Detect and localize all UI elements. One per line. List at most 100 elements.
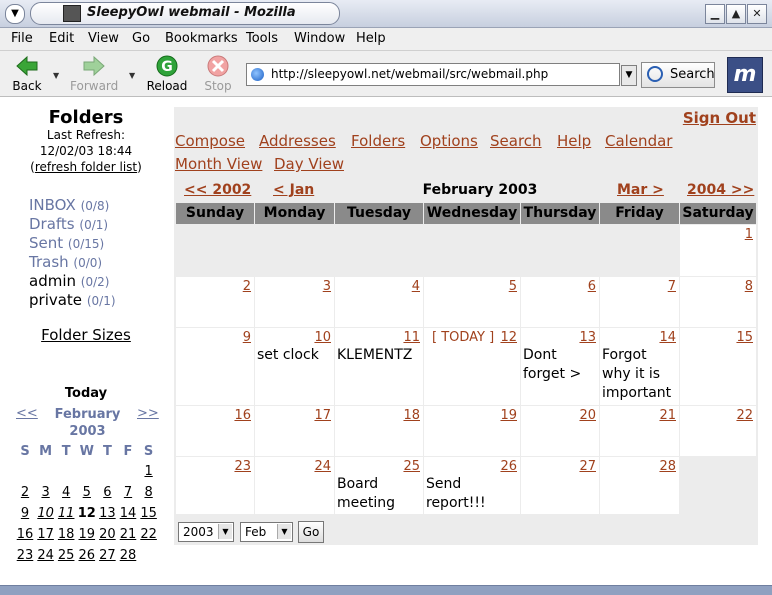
day-number-link[interactable]: 3 [323,279,331,294]
mini-cal-next-link[interactable]: >> [137,406,159,421]
mini-cal-day[interactable]: 26 [77,548,97,563]
calendar-event[interactable]: Dont forget > [523,346,596,384]
menu-tools[interactable]: Tools [246,31,278,46]
day-number-link[interactable]: 21 [659,408,676,423]
close-icon[interactable]: ✕ [747,4,767,24]
mini-cal-day[interactable]: 24 [36,548,56,563]
day-number-link[interactable]: 12 [500,330,517,345]
mini-cal-day[interactable]: 28 [118,548,138,563]
prev-month-link[interactable]: < Jan [273,182,314,198]
mini-cal-day[interactable]: 8 [139,485,159,500]
calendar-event[interactable]: Forgot why it is important [602,346,676,403]
next-month-link[interactable]: Mar > [617,182,664,198]
mini-cal-day[interactable]: 7 [118,485,138,500]
day-number-link[interactable]: 4 [412,279,420,294]
url-dropdown-icon[interactable]: ▼ [621,65,637,86]
month-select[interactable]: Feb ▼ [240,522,293,542]
mini-cal-day[interactable]: 18 [56,527,76,542]
folder-drafts[interactable]: Drafts (0/1) [29,215,108,233]
mini-cal-day[interactable]: 3 [36,485,56,500]
day-number-link[interactable]: 20 [579,408,596,423]
mini-cal-prev-link[interactable]: << [16,406,38,421]
window-menu-icon[interactable]: ▼ [5,4,25,24]
day-number-link[interactable]: 10 [314,330,331,345]
mini-cal-day[interactable]: 9 [15,506,35,521]
mini-cal-day[interactable]: 25 [56,548,76,563]
day-number-link[interactable]: 19 [500,408,517,423]
day-number-link[interactable]: 28 [659,459,676,474]
menu-window[interactable]: Window [294,31,345,46]
mini-cal-day[interactable]: 22 [139,527,159,542]
folder-trash[interactable]: Trash (0/0) [29,253,102,271]
calendar-event[interactable]: Send report!!! [426,475,517,513]
day-number-link[interactable]: 27 [579,459,596,474]
prev-year-link[interactable]: << 2002 [184,182,251,198]
forward-history-dropdown-icon[interactable]: ▼ [129,71,135,80]
go-button[interactable]: Go [298,521,324,543]
day-number-link[interactable]: 13 [579,330,596,345]
menu-view[interactable]: View [88,31,119,46]
mini-cal-day[interactable]: 20 [97,527,117,542]
mini-cal-day[interactable]: 27 [97,548,117,563]
mini-cal-day[interactable]: 21 [118,527,138,542]
calendar-event[interactable]: Board meeting [337,475,420,513]
month-view-link[interactable]: Month View [175,155,262,173]
folder-inbox[interactable]: INBOX (0/8) [29,196,109,214]
day-number-link[interactable]: 11 [403,330,420,345]
day-view-link[interactable]: Day View [274,155,344,173]
forward-button[interactable]: Forward [70,53,118,93]
reload-button[interactable]: G Reload [143,53,191,93]
folder-sizes-link[interactable]: Folder Sizes [0,326,172,344]
stop-button[interactable]: Stop [194,53,242,93]
maximize-icon[interactable]: ▲ [726,4,746,24]
mini-cal-day[interactable]: 6 [97,485,117,500]
mini-cal-day[interactable]: 17 [36,527,56,542]
day-number-link[interactable]: 1 [745,227,753,242]
search-button[interactable]: Search [641,62,715,88]
menu-help[interactable]: Help [356,31,386,46]
year-select[interactable]: 2003 ▼ [178,522,234,542]
nav-help[interactable]: Help [557,132,591,150]
day-number-link[interactable]: 22 [736,408,753,423]
day-number-link[interactable]: 6 [588,279,596,294]
day-number-link[interactable]: 15 [736,330,753,345]
nav-addresses[interactable]: Addresses [259,132,336,150]
nav-folders[interactable]: Folders [351,132,405,150]
mini-cal-day[interactable]: 23 [15,548,35,563]
url-bar[interactable]: http://sleepyowl.net/webmail/src/webmail… [246,63,620,86]
back-button[interactable]: Back [3,53,51,93]
next-year-link[interactable]: 2004 >> [687,182,754,198]
menu-bookmarks[interactable]: Bookmarks [165,31,238,46]
day-number-link[interactable]: 24 [314,459,331,474]
day-number-link[interactable]: 5 [509,279,517,294]
nav-options[interactable]: Options [420,132,478,150]
calendar-event[interactable]: set clock [257,346,331,365]
menu-file[interactable]: File [11,31,33,46]
day-number-link[interactable]: 9 [243,330,251,345]
menu-edit[interactable]: Edit [49,31,74,46]
mini-cal-day[interactable]: 10 [36,506,56,521]
day-number-link[interactable]: 2 [243,279,251,294]
mini-cal-day[interactable]: 16 [15,527,35,542]
day-number-link[interactable]: 23 [234,459,251,474]
mini-cal-day[interactable]: 14 [118,506,138,521]
mini-cal-day[interactable]: 19 [77,527,97,542]
mozilla-logo-icon[interactable]: m [727,57,763,93]
day-number-link[interactable]: 8 [745,279,753,294]
mini-cal-day[interactable]: 2 [15,485,35,500]
sign-out-link[interactable]: Sign Out [683,109,756,127]
mini-cal-day[interactable]: 11 [56,506,76,521]
back-history-dropdown-icon[interactable]: ▼ [53,71,59,80]
folder-admin[interactable]: admin (0/2) [29,272,109,290]
mini-cal-day[interactable]: 15 [139,506,159,521]
folder-sent[interactable]: Sent (0/15) [29,234,104,252]
day-number-link[interactable]: 18 [403,408,420,423]
mini-cal-day[interactable]: 5 [77,485,97,500]
calendar-event[interactable]: KLEMENTZ [337,346,420,365]
day-number-link[interactable]: 26 [500,459,517,474]
minimize-icon[interactable]: ▁ [705,4,725,24]
day-number-link[interactable]: 16 [234,408,251,423]
menu-go[interactable]: Go [132,31,150,46]
nav-search[interactable]: Search [490,132,542,150]
mini-cal-day[interactable]: 4 [56,485,76,500]
